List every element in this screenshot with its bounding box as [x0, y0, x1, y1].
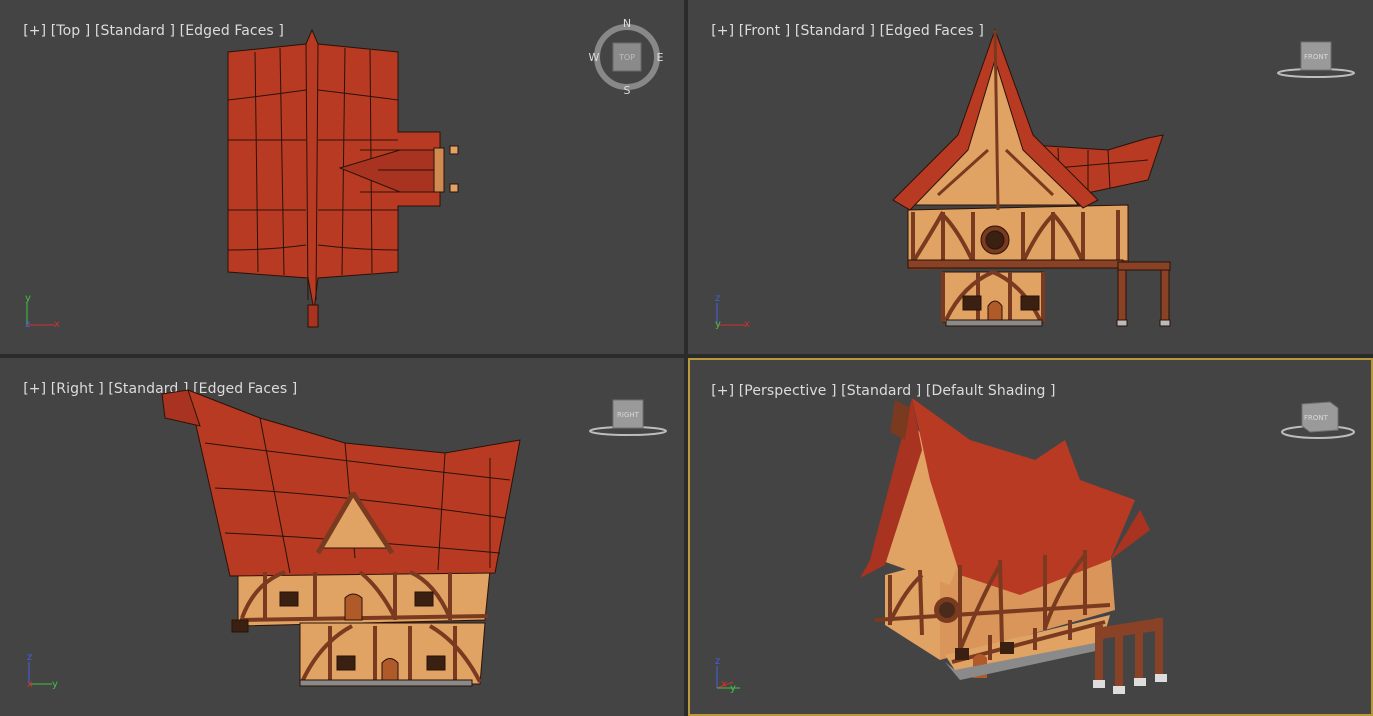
- svg-text:x: x: [744, 319, 750, 330]
- svg-text:z: z: [25, 319, 30, 330]
- svg-text:y: y: [25, 293, 31, 304]
- compass-n: N: [623, 17, 631, 30]
- right-scene: RIGHT z x y: [27, 389, 667, 690]
- front-scene: FRONT z y x: [715, 28, 1355, 330]
- axis-tripod-right: z x y: [27, 652, 58, 690]
- perspective-scene: FRONT z x y: [715, 398, 1355, 694]
- svg-text:x: x: [27, 679, 33, 690]
- perspective-house-geometry: [860, 398, 1167, 694]
- viewcube-front[interactable]: FRONT: [1277, 41, 1355, 78]
- viewport-right[interactable]: [+] [Right ] [Standard ] [Edged Faces ]: [0, 358, 684, 716]
- compass-w: W: [589, 51, 600, 64]
- svg-text:y: y: [730, 683, 736, 694]
- svg-text:y: y: [715, 319, 721, 330]
- viewcube-perspective[interactable]: FRONT: [1281, 401, 1355, 439]
- svg-text:y: y: [52, 679, 58, 690]
- compass-s: S: [624, 84, 631, 97]
- svg-text:x: x: [721, 679, 727, 690]
- axis-tripod-top: y z x: [25, 293, 60, 330]
- compass-e: E: [657, 51, 664, 64]
- top-scene: TOP N S E W y z x: [25, 17, 664, 330]
- svg-text:z: z: [715, 293, 720, 304]
- svg-text:z: z: [715, 656, 720, 667]
- viewcube-face-label: FRONT: [1304, 53, 1329, 61]
- axis-tripod-front: z y x: [715, 293, 750, 330]
- viewcube-face-label: RIGHT: [617, 411, 640, 419]
- viewport-perspective[interactable]: [+] [Perspective ] [Standard ] [Default …: [688, 358, 1373, 716]
- viewport-top[interactable]: [+] [Top ] [Standard ] [Edged Faces ] TO…: [0, 0, 684, 354]
- viewcube-face-label: FRONT: [1304, 414, 1329, 422]
- axis-tripod-perspective: z x y: [715, 656, 740, 694]
- top-roof-geometry: [227, 28, 441, 328]
- svg-text:z: z: [27, 652, 32, 663]
- viewcube-top[interactable]: TOP N S E W: [589, 17, 664, 97]
- viewcube-right[interactable]: RIGHT: [589, 399, 667, 436]
- viewport-front[interactable]: [+] [Front ] [Standard ] [Edged Faces ]: [688, 0, 1373, 354]
- viewcube-face-label: TOP: [618, 53, 635, 62]
- svg-text:x: x: [54, 319, 60, 330]
- right-house-geometry: [161, 389, 521, 687]
- front-house-geometry: [892, 28, 1171, 327]
